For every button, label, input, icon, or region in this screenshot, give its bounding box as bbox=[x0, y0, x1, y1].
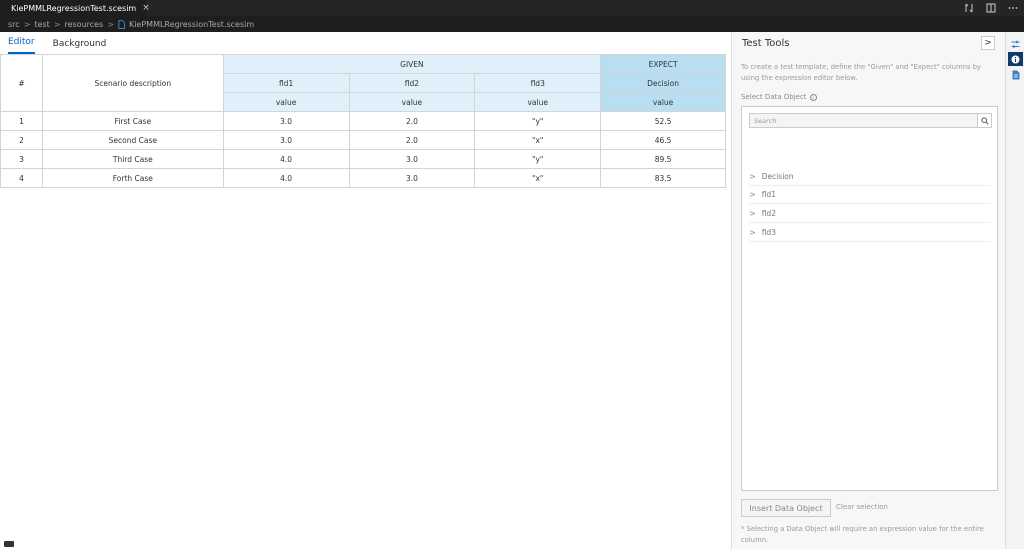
row-number[interactable]: 1 bbox=[0, 111, 43, 131]
breadcrumb-test[interactable]: test bbox=[34, 20, 49, 29]
scenario-description-cell[interactable]: Third Case bbox=[41, 149, 224, 169]
search-input[interactable]: Search bbox=[749, 113, 978, 128]
search-icon bbox=[980, 116, 989, 125]
tree-item-fld3[interactable]: > fld3 bbox=[749, 224, 991, 242]
select-data-object-label: Select Data Object i bbox=[741, 93, 817, 101]
tree-item-fld1[interactable]: > fld1 bbox=[749, 186, 991, 204]
data-object-tree: Search > Decision > fld1 > fld2 > fld3 bbox=[741, 106, 998, 491]
chevron-right-icon[interactable]: > bbox=[749, 172, 756, 181]
file-icon bbox=[118, 19, 125, 29]
fld3-cell[interactable]: "y" bbox=[474, 111, 602, 131]
scenario-docs-button[interactable] bbox=[1008, 68, 1023, 82]
breadcrumb-src[interactable]: src bbox=[8, 20, 20, 29]
scenario-description-cell[interactable]: First Case bbox=[41, 111, 224, 131]
value-header[interactable]: value bbox=[600, 92, 726, 112]
top-bar: KiePMMLRegressionTest.scesim × bbox=[0, 0, 1024, 16]
breadcrumb-file[interactable]: KiePMMLRegressionTest.scesim bbox=[129, 20, 254, 29]
table-row: 1 First Case 3.0 2.0 "y" 52.5 bbox=[0, 111, 726, 131]
row-number[interactable]: 4 bbox=[0, 168, 43, 188]
field-header-fld3[interactable]: fld3 bbox=[474, 73, 602, 93]
scenario-description-header[interactable]: Scenario description bbox=[41, 54, 224, 112]
field-header-decision[interactable]: Decision bbox=[600, 73, 726, 93]
split-editor-icon[interactable] bbox=[986, 3, 996, 13]
fld3-cell[interactable]: "x" bbox=[474, 130, 602, 150]
panel-description: To create a test template, define the "G… bbox=[741, 63, 982, 82]
panel-title: Test Tools bbox=[742, 38, 790, 49]
decision-cell[interactable]: 89.5 bbox=[600, 149, 726, 169]
table-row: 2 Second Case 3.0 2.0 "x" 46.5 bbox=[0, 130, 726, 150]
editor-subtabs: Editor Background bbox=[0, 32, 731, 54]
document-icon bbox=[1012, 70, 1019, 80]
decision-cell[interactable]: 46.5 bbox=[600, 130, 726, 150]
fld2-cell[interactable]: 3.0 bbox=[348, 168, 476, 188]
right-icon-bar bbox=[1005, 32, 1024, 549]
breadcrumb-resources[interactable]: resources bbox=[64, 20, 103, 29]
field-header-fld2[interactable]: fld2 bbox=[348, 73, 476, 93]
value-header[interactable]: value bbox=[348, 92, 476, 112]
row-number-header: # bbox=[0, 54, 43, 112]
expect-header[interactable]: EXPECT bbox=[600, 54, 726, 74]
tree-item-label: fld3 bbox=[761, 228, 776, 237]
chevron-right-icon[interactable]: > bbox=[749, 228, 756, 237]
scenario-description-cell[interactable]: Forth Case bbox=[41, 168, 224, 188]
value-header[interactable]: value bbox=[222, 92, 350, 112]
fld2-cell[interactable]: 2.0 bbox=[348, 111, 476, 131]
chevron-right-icon[interactable]: > bbox=[749, 209, 756, 218]
breadcrumb-separator: > bbox=[107, 19, 114, 29]
decision-cell[interactable]: 52.5 bbox=[600, 111, 726, 131]
info-icon[interactable]: i bbox=[809, 93, 817, 101]
top-actions bbox=[964, 0, 1018, 16]
breadcrumb-separator: > bbox=[23, 19, 31, 29]
tab-editor[interactable]: Editor bbox=[8, 37, 35, 54]
clear-selection-link[interactable]: Clear selection bbox=[836, 503, 888, 511]
row-number[interactable]: 3 bbox=[0, 149, 43, 169]
field-header-fld1[interactable]: fld1 bbox=[222, 73, 350, 93]
value-header[interactable]: value bbox=[474, 92, 602, 112]
breadcrumb-separator: > bbox=[53, 19, 61, 29]
select-data-object-text: Select Data Object bbox=[741, 93, 807, 101]
insert-data-object-button[interactable]: Insert Data Object bbox=[741, 499, 831, 517]
fld3-cell[interactable]: "x" bbox=[474, 168, 602, 188]
keyboard-icon bbox=[4, 541, 14, 547]
decision-cell[interactable]: 83.5 bbox=[600, 168, 726, 188]
tree-item-fld2[interactable]: > fld2 bbox=[749, 205, 991, 223]
given-header[interactable]: GIVEN bbox=[222, 54, 602, 74]
editor-tab[interactable]: KiePMMLRegressionTest.scesim × bbox=[0, 0, 150, 16]
fld1-cell[interactable]: 4.0 bbox=[222, 168, 350, 188]
test-tools-panel: Test Tools > To create a test template, … bbox=[731, 32, 1005, 549]
fld2-cell[interactable]: 2.0 bbox=[348, 130, 476, 150]
info-icon bbox=[1011, 55, 1020, 63]
fld1-cell[interactable]: 4.0 bbox=[222, 149, 350, 169]
editor-tab-title: KiePMMLRegressionTest.scesim bbox=[11, 3, 137, 13]
search-button[interactable] bbox=[977, 113, 992, 128]
tree-item-label: Decision bbox=[761, 172, 794, 181]
tree-item-label: fld1 bbox=[761, 190, 776, 199]
scenario-grid: # Scenario description GIVEN EXPECT fld1… bbox=[0, 54, 726, 188]
table-row: 4 Forth Case 4.0 3.0 "x" 83.5 bbox=[0, 168, 726, 188]
tree-item-decision[interactable]: > Decision bbox=[749, 168, 991, 186]
fld1-cell[interactable]: 3.0 bbox=[222, 130, 350, 150]
compare-icon[interactable] bbox=[964, 3, 974, 13]
chevron-right-icon[interactable]: > bbox=[749, 190, 756, 199]
tab-background[interactable]: Background bbox=[53, 39, 107, 54]
fld1-cell[interactable]: 3.0 bbox=[222, 111, 350, 131]
table-row: 3 Third Case 4.0 3.0 "y" 89.5 bbox=[0, 149, 726, 169]
more-actions-icon[interactable] bbox=[1008, 3, 1018, 13]
scenario-description-cell[interactable]: Second Case bbox=[41, 130, 224, 150]
sliders-icon bbox=[1011, 40, 1020, 48]
close-icon[interactable]: × bbox=[142, 3, 150, 13]
tree-item-label: fld2 bbox=[761, 209, 776, 218]
breadcrumb: src > test > resources > KiePMMLRegressi… bbox=[0, 16, 1024, 32]
scenario-editor: Editor Background # Scenario description… bbox=[0, 32, 731, 549]
settings-sliders-button[interactable] bbox=[1008, 37, 1023, 51]
row-number[interactable]: 2 bbox=[0, 130, 43, 150]
collapse-panel-button[interactable]: > bbox=[981, 36, 995, 50]
panel-note: * Selecting a Data Object will require a… bbox=[741, 525, 984, 544]
test-tools-button[interactable] bbox=[1008, 52, 1023, 66]
fld2-cell[interactable]: 3.0 bbox=[348, 149, 476, 169]
fld3-cell[interactable]: "y" bbox=[474, 149, 602, 169]
